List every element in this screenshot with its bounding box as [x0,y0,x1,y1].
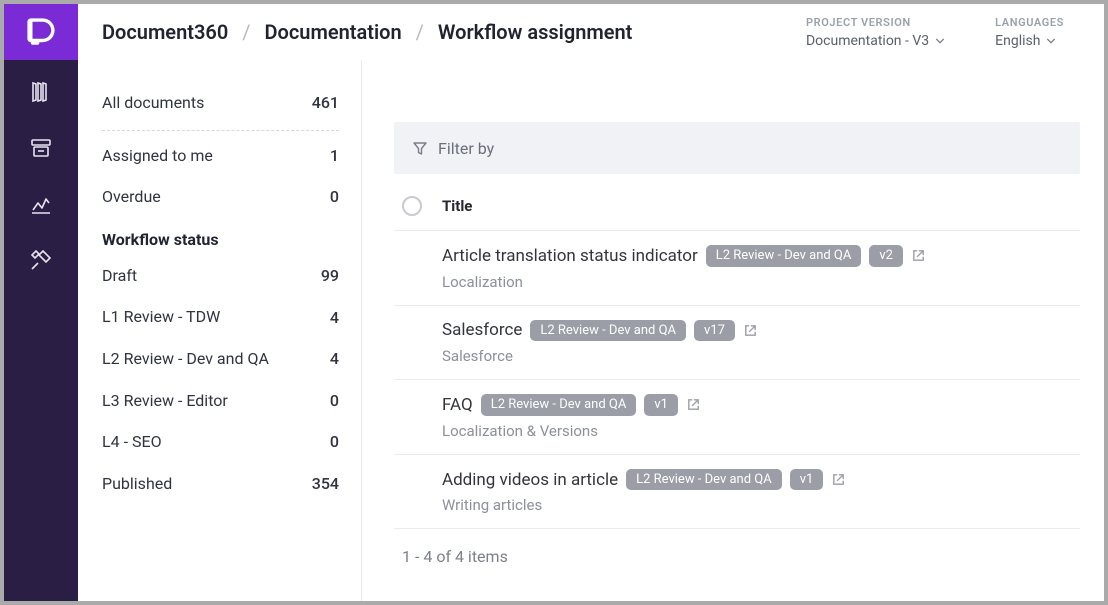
side-all-documents[interactable]: All documents 461 [102,82,339,131]
table-row[interactable]: Adding videos in article L2 Review - Dev… [394,455,1080,530]
side-status-label: Published [102,473,172,495]
side-status-item[interactable]: L3 Review - Editor 0 [102,380,339,422]
archive-icon[interactable] [29,136,53,160]
side-status-item[interactable]: L4 - SEO 0 [102,421,339,463]
column-title: Title [442,197,472,215]
project-version-label: PROJECT VERSION [806,16,945,29]
external-link-icon[interactable] [686,397,701,412]
side-assigned-count: 1 [330,146,339,165]
side-status-label: Draft [102,265,137,287]
side-status-label: L1 Review - TDW [102,306,220,328]
filter-bar[interactable]: Filter by [394,122,1080,174]
side-status-count: 354 [312,474,339,493]
side-status-label: L4 - SEO [102,431,162,453]
analytics-icon[interactable] [29,192,53,216]
side-panel: All documents 461 Assigned to me 1 Overd… [78,60,362,601]
main-content: Filter by Title Article translation stat… [362,60,1104,601]
side-status-count: 4 [330,349,339,368]
side-assigned-label: Assigned to me [102,145,213,167]
chevron-down-icon [1046,36,1056,46]
breadcrumb-sep: / [242,20,250,44]
side-status-count: 99 [321,266,339,285]
status-badge: L2 Review - Dev and QA [530,320,686,342]
logo-icon [24,15,58,49]
row-subtext: Localization [442,273,926,291]
row-subtext: Salesforce [442,347,758,365]
breadcrumb-sep: / [416,20,424,44]
filter-icon [412,140,428,156]
language-selector[interactable]: LANGUAGES English [995,16,1064,49]
documents-icon[interactable] [29,80,53,104]
breadcrumb-root[interactable]: Document360 [102,20,228,44]
side-overdue-label: Overdue [102,186,161,208]
external-link-icon[interactable] [831,472,846,487]
table-header: Title [394,174,1080,231]
row-title: FAQ [442,395,473,415]
row-title: Adding videos in article [442,470,618,490]
project-version-value: Documentation - V3 [806,33,929,49]
left-icon-rail [4,60,78,601]
version-badge: v1 [644,394,678,416]
row-subtext: Writing articles [442,496,846,514]
chevron-down-icon [935,36,945,46]
table-row[interactable]: Article translation status indicator L2 … [394,231,1080,306]
side-status-count: 0 [330,391,339,410]
side-assigned-to-me[interactable]: Assigned to me 1 [102,135,339,177]
side-status-count: 0 [330,432,339,451]
table-row[interactable]: Salesforce L2 Review - Dev and QA v17 Sa… [394,306,1080,381]
language-label: LANGUAGES [995,16,1064,29]
version-badge: v17 [694,320,735,342]
breadcrumb-current: Workflow assignment [438,20,633,44]
side-status-count: 4 [330,308,339,327]
side-status-item[interactable]: L2 Review - Dev and QA 4 [102,338,339,380]
breadcrumb: Document360 / Documentation / Workflow a… [78,4,806,60]
version-badge: v2 [869,245,903,267]
side-all-count: 461 [312,93,339,112]
status-badge: L2 Review - Dev and QA [626,469,782,491]
tools-icon[interactable] [29,248,53,272]
top-bar: Document360 / Documentation / Workflow a… [4,4,1104,60]
pagination-status: 1 - 4 of 4 items [394,529,1080,566]
select-all-radio[interactable] [402,196,422,216]
table-row[interactable]: FAQ L2 Review - Dev and QA v1 Localizati… [394,380,1080,455]
app-logo[interactable] [4,4,78,60]
filter-label: Filter by [438,139,494,158]
side-heading-workflow-status: Workflow status [102,218,339,255]
side-overdue[interactable]: Overdue 0 [102,176,339,218]
breadcrumb-section[interactable]: Documentation [265,20,402,44]
side-status-item[interactable]: Draft 99 [102,255,339,297]
side-all-label: All documents [102,92,204,114]
external-link-icon[interactable] [911,248,926,263]
side-status-item[interactable]: L1 Review - TDW 4 [102,296,339,338]
row-title: Article translation status indicator [442,246,698,266]
status-badge: L2 Review - Dev and QA [481,394,637,416]
side-status-item[interactable]: Published 354 [102,463,339,505]
external-link-icon[interactable] [743,323,758,338]
project-version-selector[interactable]: PROJECT VERSION Documentation - V3 [806,16,945,49]
version-badge: v1 [790,469,824,491]
row-title: Salesforce [442,320,522,340]
row-subtext: Localization & Versions [442,422,701,440]
side-overdue-count: 0 [330,187,339,206]
language-value: English [995,33,1040,49]
side-status-label: L3 Review - Editor [102,390,228,412]
side-status-label: L2 Review - Dev and QA [102,348,269,370]
status-badge: L2 Review - Dev and QA [706,245,862,267]
